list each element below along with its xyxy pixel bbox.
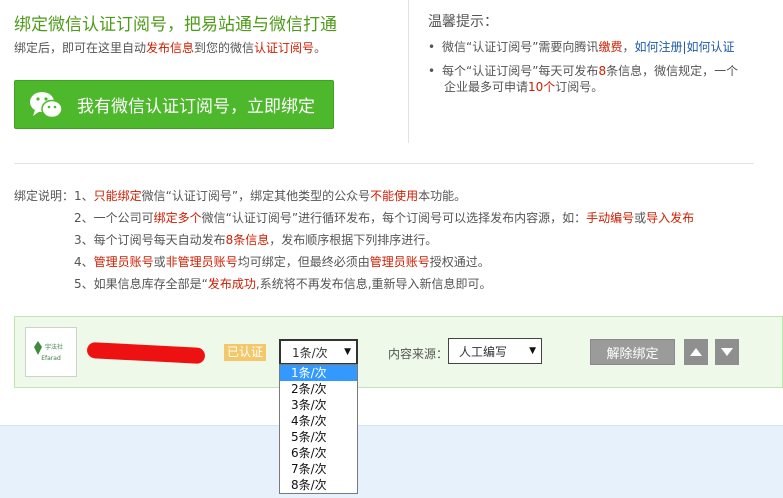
bind-subscription-label: 我有微信认证订阅号，立即绑定 — [77, 97, 315, 117]
explain-text: 5、如果信息库存全部是“ — [74, 277, 208, 291]
explain-text: 或 — [634, 211, 647, 225]
post-count-option[interactable]: 5条/次 — [280, 429, 357, 445]
account-name-redacted — [86, 341, 206, 365]
explain-highlight: 只能绑定 — [93, 189, 142, 203]
tip-text: 微信“认证订阅号”需要向腾讯 — [442, 40, 599, 54]
post-count-option[interactable]: 8条/次 — [280, 477, 357, 493]
explain-line-2: 2、一个公司可绑定多个微信“认证订阅号”进行循环发布，每个订阅号可以选择发布内容… — [74, 209, 694, 226]
explain-highlight: 8条信息 — [225, 233, 270, 247]
bullet-icon: • — [428, 64, 436, 78]
tip-item: • 每个“认证订阅号”每天可发布8条信息，微信规定，一个 企业最多可申请10个订阅… — [428, 63, 758, 95]
post-count-option[interactable]: 6条/次 — [280, 445, 357, 461]
post-count-option[interactable]: 7条/次 — [280, 461, 357, 477]
wechat-icon — [30, 91, 63, 118]
explain-highlight: 绑定多个 — [153, 211, 202, 225]
content-source-select[interactable]: 人工编写 ▼ — [448, 338, 542, 364]
post-count-option[interactable]: 3条/次 — [280, 397, 357, 413]
section-divider — [14, 163, 754, 164]
post-count-select[interactable]: 1条/次 ▼ — [279, 339, 358, 365]
explain-highlight: 非管理员账号 — [165, 255, 238, 269]
explain-highlight: 管理员账号 — [93, 255, 154, 269]
account-avatar: 宇法社 Efarad — [25, 327, 77, 377]
bind-description-text: 到您的微信 — [194, 41, 255, 55]
bullet-icon: • — [428, 40, 436, 54]
explain-text: 微信“认证订阅号”，绑定其他类型的公众号 — [141, 189, 371, 203]
move-up-button[interactable] — [684, 339, 708, 365]
explain-text: 3、每个订阅号每天自动发布 — [74, 233, 226, 247]
bind-description-text: 绑定后，即可在这里自动 — [14, 41, 147, 55]
footer-band — [0, 425, 783, 498]
bind-subscription-button[interactable]: 我有微信认证订阅号，立即绑定 — [14, 80, 334, 129]
post-count-option[interactable]: 2条/次 — [280, 381, 357, 397]
tip-highlight: 8 — [598, 64, 607, 78]
tip-text: 每个“认证订阅号”每天可发布 — [442, 64, 599, 78]
explain-line-5: 5、如果信息库存全部是“发布成功,系统将不再发布信息,重新导入新信息即可。 — [74, 275, 492, 292]
post-count-options: 1条/次 2条/次 3条/次 4条/次 5条/次 6条/次 7条/次 8条/次 — [279, 364, 358, 494]
how-to-certify-link[interactable]: 如何认证 — [687, 40, 735, 54]
dropdown-arrow-icon: ▼ — [344, 347, 351, 357]
bound-account-row: 宇法社 Efarad 已认证 1条/次 ▼ 内容来源： 人工编写 ▼ 解除绑定 — [14, 316, 783, 388]
post-count-option[interactable]: 4条/次 — [280, 413, 357, 429]
bind-description: 绑定后，即可在这里自动发布信息到您的微信认证订阅号。 — [14, 39, 326, 56]
explain-text: ，发布顺序根据下列排序进行。 — [269, 233, 438, 247]
tip-text: 订阅号。 — [555, 80, 604, 94]
explain-text: ,系统将不再发布信息,重新导入新信息即可。 — [255, 277, 492, 291]
leaf-icon — [34, 341, 42, 355]
explain-text: 2、一个公司可 — [74, 211, 154, 225]
explain-highlight: 不能使用 — [370, 189, 419, 203]
explain-line-3: 3、每个订阅号每天自动发布8条信息，发布顺序根据下列排序进行。 — [74, 231, 437, 248]
content-source-value: 人工编写 — [459, 344, 508, 359]
explain-text: 4、 — [74, 255, 94, 269]
explain-text: 微信“认证订阅号”进行循环发布，每个订阅号可以选择发布内容源，如： — [201, 211, 587, 225]
tip-highlight: 缴费 — [598, 40, 623, 54]
tip-text: ， — [622, 40, 635, 54]
explain-text: 授权通过。 — [429, 255, 490, 269]
post-count-option[interactable]: 1条/次 — [280, 365, 357, 381]
explain-text: 本功能。 — [418, 189, 467, 203]
move-down-button[interactable] — [715, 339, 739, 365]
explain-line-4: 4、管理员账号或非管理员账号均可绑定，但最终必须由管理员账号授权通过。 — [74, 253, 490, 270]
tip-highlight: 10个 — [528, 80, 556, 94]
page-title: 绑定微信认证订阅号，把易站通与微信打通 — [14, 15, 337, 35]
account-logo-mark: 宇法社 — [33, 341, 69, 355]
vertical-divider — [408, 0, 409, 143]
verified-badge: 已认证 — [224, 344, 267, 361]
bind-description-highlight: 认证订阅号 — [254, 41, 315, 55]
bind-description-text: 。 — [314, 41, 327, 55]
explain-text: 均可绑定，但最终必须由 — [237, 255, 370, 269]
explain-line-1: 绑定说明：1、只能绑定微信“认证订阅号”，绑定其他类型的公众号不能使用本功能。 — [14, 187, 466, 204]
unbind-button[interactable]: 解除绑定 — [590, 339, 675, 365]
source-label: 内容来源： — [388, 347, 449, 361]
tip-text: 条信息，微信规定，一个 — [606, 64, 739, 78]
explain-highlight: 管理员账号 — [369, 255, 430, 269]
tip-item: • 微信“认证订阅号”需要向腾讯缴费，如何注册|如何认证 — [428, 39, 735, 55]
bind-description-highlight: 发布信息 — [146, 41, 195, 55]
dropdown-arrow-icon: ▼ — [529, 346, 536, 356]
explain-highlight: 手动编号 — [586, 211, 635, 225]
explain-highlight: 发布成功 — [207, 277, 256, 291]
arrow-up-icon — [690, 348, 702, 356]
explain-highlight: 导入发布 — [646, 211, 695, 225]
post-count-value: 1条/次 — [292, 345, 328, 360]
how-to-register-link[interactable]: 如何注册 — [634, 40, 682, 54]
explain-text: 绑定说明：1、 — [14, 189, 94, 203]
tip-text: 企业最多可申请 — [444, 80, 529, 94]
tips-title: 温馨提示： — [428, 14, 498, 30]
account-logo-subtext: Efarad — [41, 355, 61, 362]
explain-text: 或 — [153, 255, 166, 269]
account-logo-text: 宇法社 — [45, 344, 64, 351]
arrow-down-icon — [721, 348, 733, 356]
